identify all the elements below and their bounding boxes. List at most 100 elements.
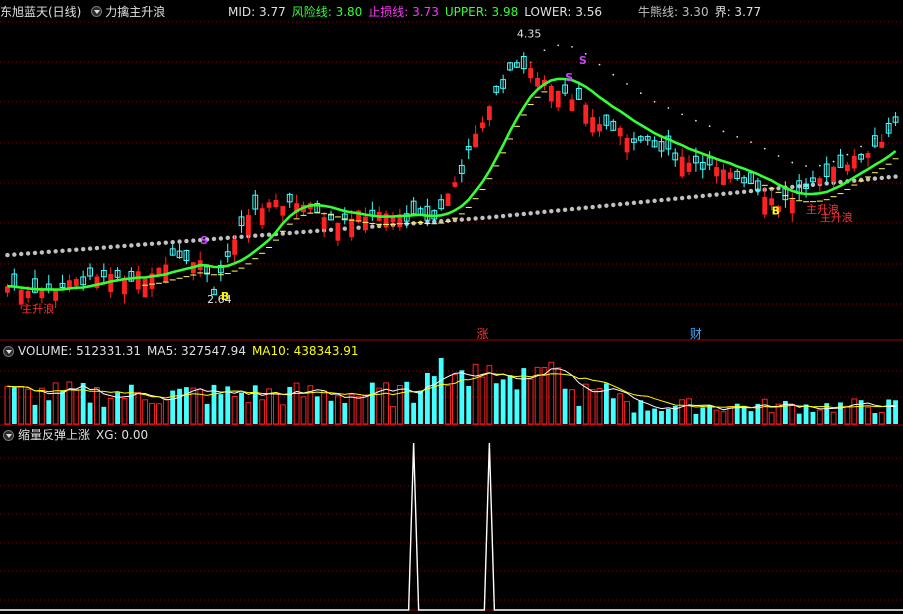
volume-bar-6: [46, 400, 52, 424]
volume-bar-18: [128, 384, 134, 424]
bull-bear-dot-25: [177, 239, 182, 244]
bull-bear-dot-13: [94, 245, 100, 251]
volume-param-0: VOLUME: 512331.31: [18, 344, 141, 358]
volume-param-2: MA10: 438343.91: [251, 344, 359, 358]
volume-bar-58: [404, 381, 410, 424]
volume-bar-100: [693, 413, 699, 424]
volume-bar-126: [872, 413, 878, 424]
bull-bear-dot-72: [500, 213, 506, 219]
price-param-0: MID: 3.77: [228, 5, 286, 19]
bull-bear-dot-44: [308, 229, 313, 234]
bull-bear-dot-0: [5, 252, 10, 258]
candle-body-39: [273, 200, 279, 208]
volume-bar-127: [878, 411, 885, 425]
bull-bear-dot-84: [583, 205, 588, 210]
candle-body-37: [259, 208, 265, 225]
candle-body-35: [245, 214, 251, 235]
volume-bar-4: [32, 404, 38, 424]
candle-body-127: [879, 141, 885, 148]
indicator-menu-icon[interactable]: [91, 6, 102, 17]
candle-body-118: [817, 178, 823, 185]
bull-bear-dot-20: [142, 242, 148, 247]
volume-bar-51: [355, 396, 362, 425]
volume-bar-74: [514, 389, 520, 424]
bull-bear-dot-24: [170, 239, 175, 245]
candle-body-40: [280, 206, 286, 216]
candle-body-125: [865, 153, 871, 158]
price-param-right-1: 界: 3.77: [714, 5, 762, 19]
volume-bar-68: [472, 363, 479, 425]
candle-body-7: [53, 290, 59, 301]
bull-bear-dot-71: [494, 214, 499, 219]
bull-bear-dot-88: [611, 202, 616, 208]
volume-bar-122: [844, 405, 851, 425]
volume-bar-29: [204, 403, 210, 424]
upper-band-dot-102: [708, 125, 711, 128]
volume-bar-95: [659, 410, 664, 424]
volume-bar-23: [162, 399, 169, 425]
candle-body-98: [679, 156, 685, 177]
volume-bar-72: [500, 379, 506, 424]
candle-body-105: [727, 172, 733, 179]
upper-band-dot-82: [571, 45, 573, 48]
bull-bear-dot-27: [191, 238, 196, 243]
bull-bear-dot-6: [46, 249, 51, 255]
bull-bear-dot-41: [287, 230, 292, 236]
bull-bear-dot-42: [294, 230, 299, 235]
indicator-name[interactable]: 力擒主升浪: [105, 5, 165, 19]
volume-bar-42: [293, 382, 300, 425]
volume-bar-60: [418, 390, 423, 424]
bull-bear-dot-67: [466, 216, 471, 222]
volume-bar-53: [369, 382, 375, 424]
volume-bar-35: [245, 402, 252, 425]
candle-body-52: [363, 216, 368, 231]
bull-bear-dot-16: [115, 244, 120, 249]
volume-bar-59: [411, 402, 417, 424]
bull-bear-dot-36: [253, 233, 258, 238]
volume-bar-98: [679, 399, 686, 425]
candle-body-122: [844, 164, 850, 172]
annotation-0: 4.35: [517, 28, 542, 41]
bull-bear-dot-77: [535, 210, 540, 215]
volume-bar-8: [60, 390, 65, 424]
bull-bear-dot-99: [686, 195, 692, 200]
volume-bar-104: [720, 411, 727, 425]
volume-bar-111: [768, 412, 775, 425]
bull-bear-dot-7: [53, 249, 58, 254]
volume-bar-89: [617, 393, 624, 425]
bull-bear-dot-86: [597, 204, 602, 209]
bull-bear-dot-37: [259, 232, 265, 238]
volume-bar-2: [18, 385, 25, 425]
bull-bear-dot-106: [735, 190, 740, 195]
upper-band-dot-92: [639, 92, 642, 95]
volume-menu-icon[interactable]: [3, 346, 14, 357]
upper-band-dot-90: [626, 82, 628, 85]
signal-menu-icon[interactable]: [3, 430, 14, 441]
bull-bear-dot-85: [590, 204, 595, 210]
candle-body-86: [597, 124, 602, 132]
volume-bar-17: [121, 398, 128, 425]
volume-bar-82: [569, 389, 575, 425]
bull-bear-dot-90: [624, 201, 630, 206]
bull-bear-dot-103: [714, 192, 719, 197]
bull-bear-dot-73: [507, 213, 513, 218]
volume-bar-121: [838, 402, 843, 424]
volume-bar-11: [80, 382, 86, 424]
stock-title[interactable]: 东旭蓝天(日线): [0, 5, 81, 19]
event-marker-1: 财: [690, 327, 702, 341]
volume-bar-37: [259, 399, 266, 425]
upper-band-dot-114: [791, 161, 794, 164]
price-params: MID: 3.77 风险线: 3.80 止损线: 3.73 UPPER: 3.98 LO…: [228, 4, 608, 20]
volume-bar-93: [645, 410, 651, 424]
candle-body-38: [266, 202, 272, 208]
annotation-2: S: [200, 234, 208, 247]
bull-bear-dot-89: [617, 202, 623, 207]
bull-bear-dot-53: [370, 224, 375, 229]
bull-bear-dot-97: [673, 196, 678, 201]
price-param-2: 止损线: 3.73: [368, 5, 439, 19]
candle-body-46: [321, 217, 327, 229]
annotation-5: S: [579, 54, 587, 67]
volume-bar-5: [38, 387, 45, 425]
bull-bear-dot-108: [748, 188, 754, 194]
volume-bar-66: [459, 370, 465, 424]
